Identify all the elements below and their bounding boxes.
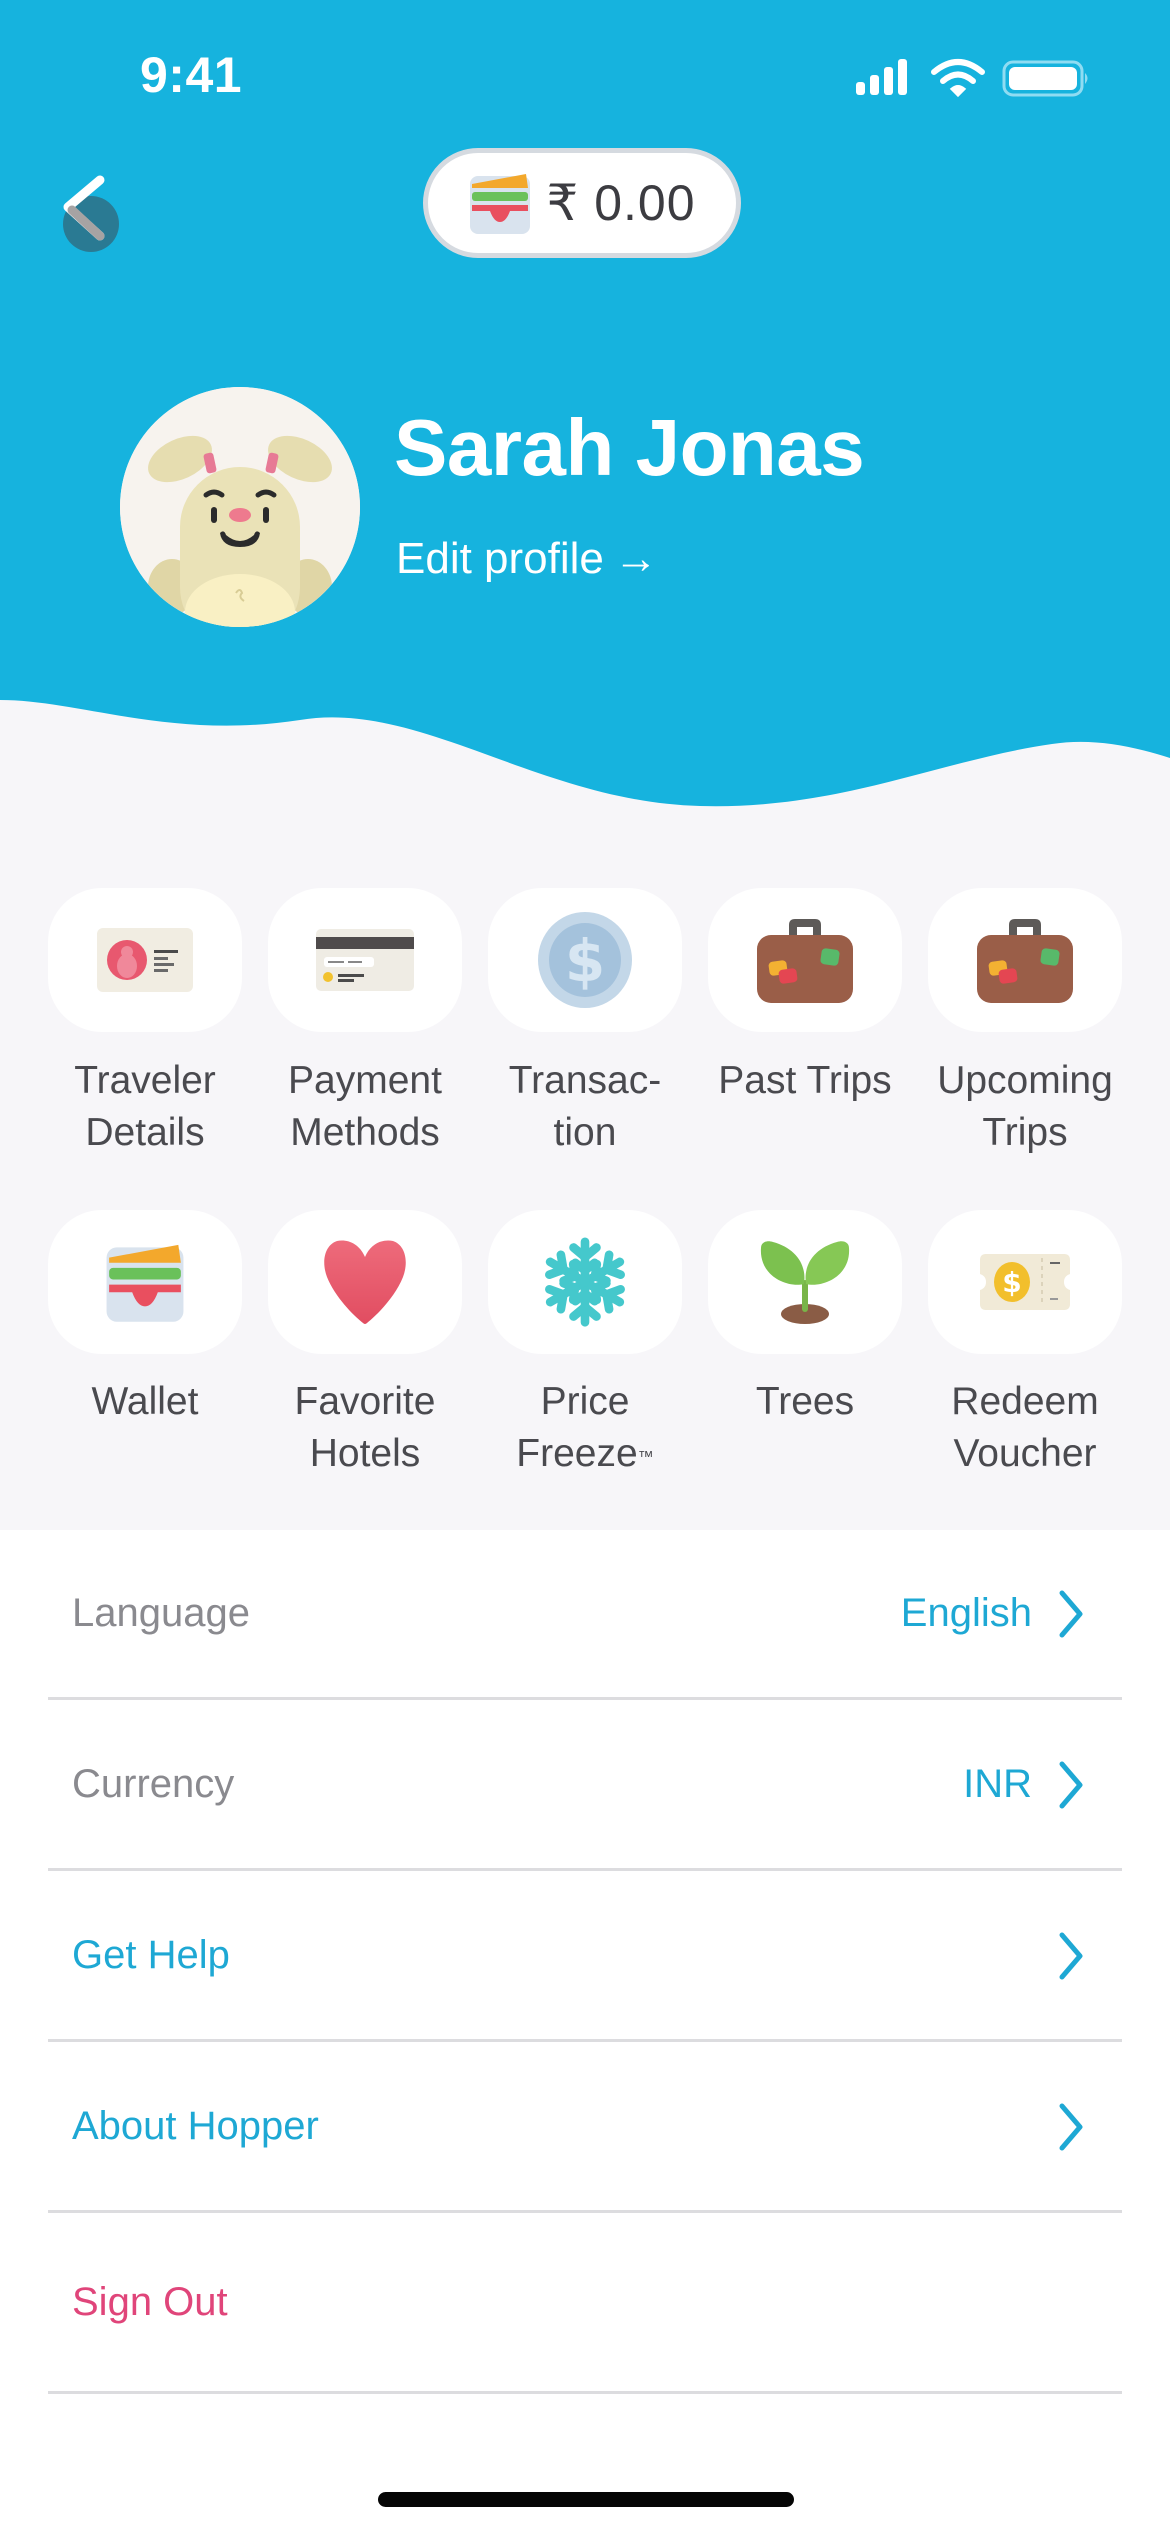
settings-label-language: Language xyxy=(72,1591,250,1635)
chevron-right-icon xyxy=(1059,1590,1083,1637)
grid-item-trees[interactable] xyxy=(708,1210,902,1354)
grid-label-price-freeze: Price Freeze™ xyxy=(475,1376,695,1480)
wallet-icon xyxy=(470,174,531,234)
settings-label-sign-out: Sign Out xyxy=(72,2280,228,2324)
grid-item-payment-methods[interactable] xyxy=(268,888,462,1032)
grid-item-past-trips[interactable] xyxy=(708,888,902,1032)
chevron-right-icon xyxy=(1059,1932,1083,1979)
voucher-icon: $ xyxy=(980,1254,1070,1310)
svg-text:$: $ xyxy=(565,927,605,995)
edit-profile-label: Edit profile xyxy=(396,534,604,583)
avatar[interactable] xyxy=(120,387,360,627)
settings-value-currency: INR xyxy=(963,1762,1032,1806)
wallet-icon xyxy=(106,1244,184,1322)
arrow-right-icon: → xyxy=(613,534,658,583)
settings-row-get-help[interactable]: Get Help xyxy=(48,1872,1122,2042)
settings-value-language: English xyxy=(900,1591,1032,1635)
heart-icon xyxy=(324,1240,406,1324)
settings-label-get-help: Get Help xyxy=(72,1933,230,1977)
grid-item-price-freeze[interactable] xyxy=(488,1210,682,1354)
settings-label-currency: Currency xyxy=(72,1762,235,1806)
settings-row-language[interactable]: Language English xyxy=(48,1530,1122,1700)
grid-label-price-freeze-text: Price Freeze xyxy=(516,1380,638,1475)
snowflake-icon xyxy=(539,1237,631,1330)
home-indicator xyxy=(378,2492,794,2507)
signal-icon xyxy=(856,59,907,95)
grid-label-past-trips: Past Trips xyxy=(718,1059,892,1102)
grid-label-trees: Trees xyxy=(755,1380,855,1423)
svg-text:$: $ xyxy=(1002,1266,1021,1299)
battery-icon xyxy=(1002,60,1088,97)
grid-label-upcoming-trips: Upcoming Trips xyxy=(937,1059,1113,1154)
chevron-right-icon xyxy=(1059,1761,1083,1808)
grid-label-payment-methods: Payment Methods xyxy=(288,1059,442,1154)
grid-item-redeem-voucher[interactable]: $ xyxy=(928,1210,1122,1354)
grid-label-redeem-voucher: Redeem Voucher xyxy=(951,1380,1099,1475)
id-card-icon xyxy=(97,928,193,992)
grid-item-traveler-details[interactable] xyxy=(48,888,242,1032)
suitcase-icon xyxy=(757,919,853,1003)
trademark-symbol: ™ xyxy=(637,1449,654,1466)
settings-row-about-hopper[interactable]: About Hopper xyxy=(48,2043,1122,2213)
status-icons xyxy=(856,59,1088,98)
profile-name: Sarah Jonas xyxy=(394,403,865,492)
grid-item-transaction[interactable]: $ xyxy=(488,888,682,1032)
chevron-right-icon xyxy=(1059,2103,1083,2150)
edit-profile-link[interactable]: Edit profile → xyxy=(396,534,658,584)
settings-label-about-hopper: About Hopper xyxy=(72,2104,319,2148)
coin-icon: $ xyxy=(538,912,632,1008)
back-button[interactable] xyxy=(56,166,136,256)
credit-card-icon xyxy=(316,929,414,991)
grid-item-wallet[interactable] xyxy=(48,1210,242,1354)
bunny-avatar-icon xyxy=(120,387,360,627)
grid-label-wallet: Wallet xyxy=(91,1380,199,1423)
grid-label-transaction: Transac- tion xyxy=(508,1059,662,1154)
settings-row-currency[interactable]: Currency INR xyxy=(48,1701,1122,1871)
wallet-balance: ₹ 0.00 xyxy=(546,175,696,231)
sprout-icon xyxy=(760,1241,850,1324)
wallet-balance-button[interactable]: ₹ 0.00 xyxy=(423,148,741,258)
grid-label-favorite-hotels: Favorite Hotels xyxy=(294,1380,436,1475)
grid-item-favorite-hotels[interactable] xyxy=(268,1210,462,1354)
grid-label-traveler-details: Traveler Details xyxy=(74,1059,216,1154)
wifi-icon xyxy=(931,59,985,98)
sign-out-button[interactable]: Sign Out xyxy=(48,2214,1122,2394)
grid-item-upcoming-trips[interactable] xyxy=(928,888,1122,1032)
suitcase-icon xyxy=(977,919,1073,1003)
status-time: 9:41 xyxy=(140,47,243,103)
